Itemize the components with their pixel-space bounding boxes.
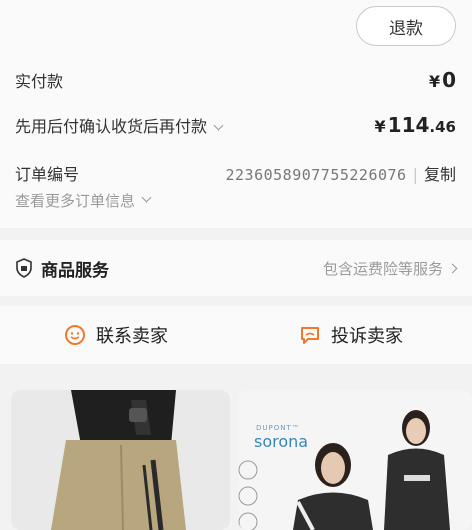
product-photo <box>11 390 230 530</box>
more-order-info-label[interactable]: 查看更多订单信息 <box>15 190 135 211</box>
product-image-pants[interactable] <box>11 390 230 530</box>
order-number: 2236058907755226076 <box>225 166 407 184</box>
product-image-shirt[interactable]: DUPONT™ sorona <box>238 390 472 530</box>
brand-logo: sorona <box>254 432 309 451</box>
order-number-row: 订单编号 2236058907755226076 | 复制 <box>15 161 456 185</box>
contact-seller-button[interactable]: 联系卖家 <box>64 306 168 364</box>
copy-button[interactable]: 复制 <box>424 165 456 184</box>
paid-label: 实付款 <box>15 72 64 91</box>
product-list: DUPONT™ sorona <box>0 374 472 530</box>
contact-card: 联系卖家 投诉卖家 <box>0 306 472 364</box>
paid-amount: ¥0 <box>428 68 456 92</box>
deferred-payment-label[interactable]: 先用后付确认收货后再付款 <box>15 113 224 137</box>
chat-smile-icon <box>65 325 85 345</box>
service-title: 商品服务 <box>15 256 109 281</box>
more-order-info[interactable]: 查看更多订单信息 <box>15 190 456 211</box>
complaint-seller-button[interactable]: 投诉卖家 <box>299 306 403 364</box>
chevron-right-icon <box>447 263 458 273</box>
product-service-card[interactable]: 商品服务 包含运费险等服务 <box>0 240 472 296</box>
order-summary-card: 退款 实付款 ¥0 先用后付确认收货后再付款 ¥114.46 订单编号 2236… <box>0 0 472 228</box>
shield-icon <box>16 258 32 278</box>
product-photo <box>238 390 472 530</box>
order-number-label: 订单编号 <box>15 165 80 184</box>
paid-row: 实付款 ¥0 <box>15 68 456 92</box>
chevron-down-icon <box>213 120 224 131</box>
complaint-icon <box>301 327 319 344</box>
chevron-down-icon <box>141 192 152 203</box>
divider: | <box>412 165 418 184</box>
order-number-group: 2236058907755226076 | 复制 <box>226 161 457 185</box>
brand-tagline: DUPONT™ <box>256 424 300 432</box>
deferred-payment-row[interactable]: 先用后付确认收货后再付款 ¥114.46 <box>15 113 456 137</box>
service-summary[interactable]: 包含运费险等服务 <box>323 258 458 279</box>
refund-button[interactable]: 退款 <box>356 6 456 46</box>
deferred-amount: ¥114.46 <box>374 113 456 137</box>
